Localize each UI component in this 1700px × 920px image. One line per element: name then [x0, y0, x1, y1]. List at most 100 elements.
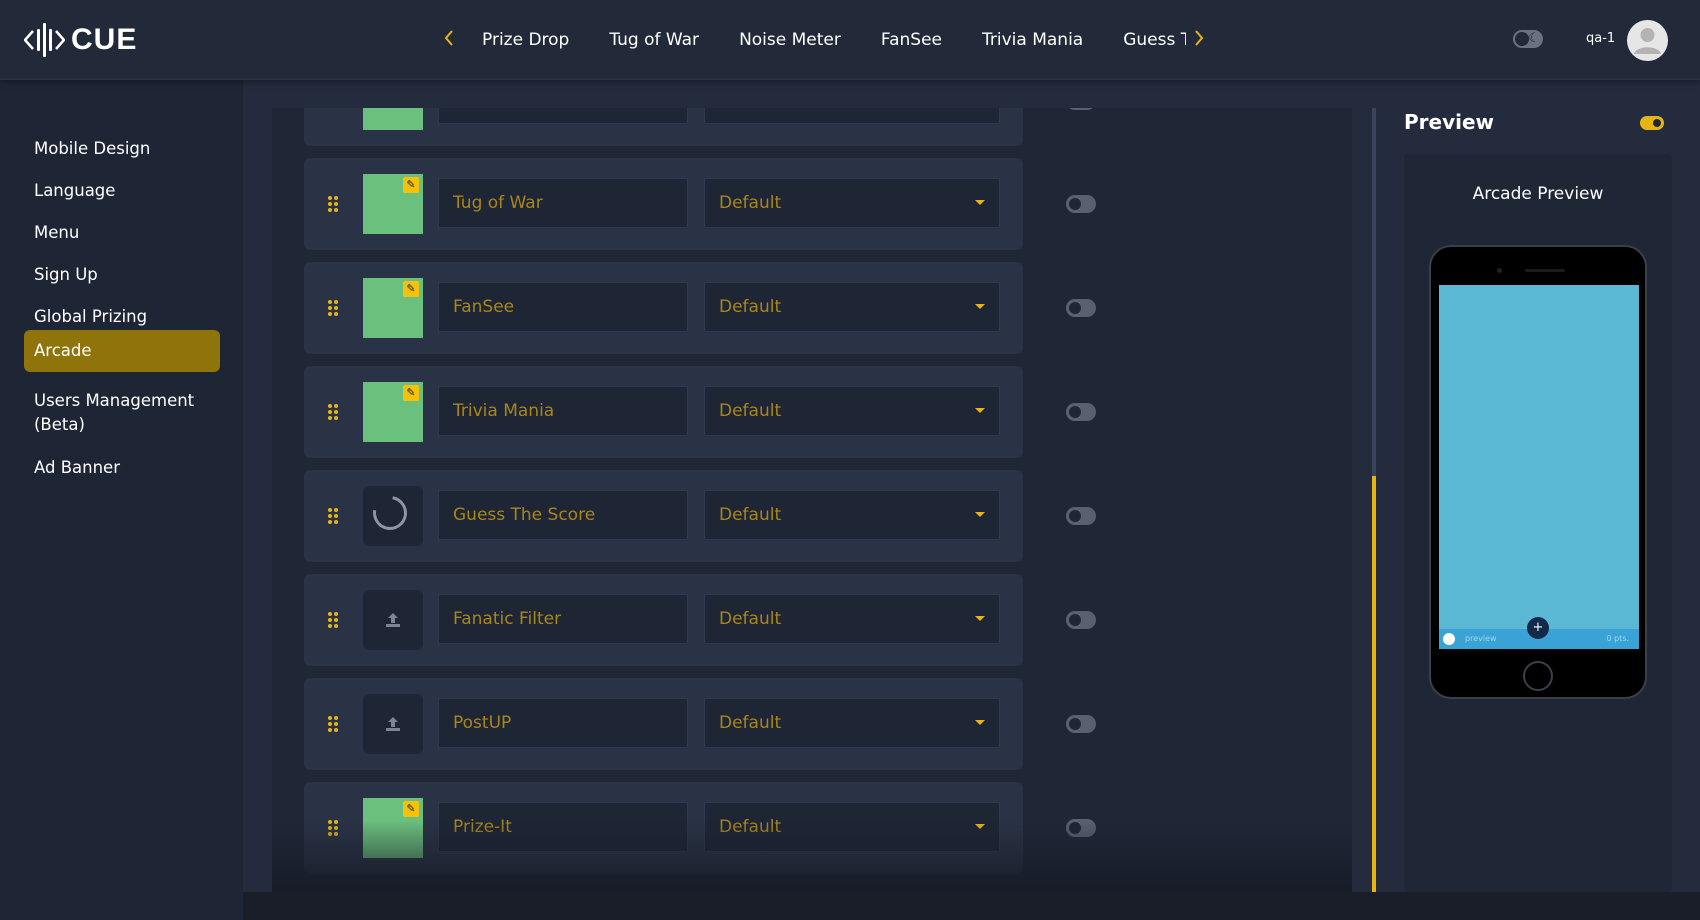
game-thumbnail[interactable]: ✎ — [363, 174, 423, 234]
game-thumbnail[interactable]: ✎ — [363, 798, 423, 858]
screen-label: preview — [1465, 634, 1497, 643]
game-mode-select[interactable]: Default — [704, 282, 1000, 332]
caret-down-icon — [975, 304, 985, 309]
game-name-input[interactable]: Tug of War — [438, 178, 688, 228]
preview-toggle[interactable] — [1640, 116, 1664, 130]
avatar[interactable] — [1627, 20, 1668, 61]
plus-icon: + — [1527, 617, 1549, 639]
game-thumbnail-upload[interactable] — [363, 694, 423, 754]
tab-tug-of-war[interactable]: Tug of War — [589, 22, 719, 58]
caret-down-icon — [975, 512, 985, 517]
preview-card: Arcade Preview preview + 0 pts. — [1404, 154, 1672, 892]
game-enable-toggle[interactable] — [1066, 715, 1096, 733]
game-row: ✎ Tug of War Default — [304, 158, 1023, 250]
chevron-left-icon[interactable] — [436, 28, 462, 53]
drag-handle-icon[interactable] — [328, 508, 338, 524]
caret-down-icon — [975, 720, 985, 725]
phone-camera — [1497, 268, 1502, 273]
game-name-input[interactable]: Fanatic Filter — [438, 594, 688, 644]
game-mode-value: Default — [719, 193, 782, 213]
game-thumbnail-upload[interactable] — [363, 590, 423, 650]
game-enable-toggle[interactable] — [1066, 299, 1096, 317]
sidebar-item-mobile-design[interactable]: Mobile Design — [24, 128, 220, 170]
top-bar: CUE Prize Drop Tug of War Noise Meter FanSe… — [0, 0, 1700, 80]
game-row: ✎ Prize-It Default — [304, 782, 1023, 874]
game-row: ✎ FanSee Default — [304, 262, 1023, 354]
sidebar-item-language[interactable]: Language — [24, 170, 220, 212]
phone-mockup: preview + 0 pts. — [1429, 245, 1647, 699]
sidebar-item-menu[interactable]: Menu — [24, 212, 220, 254]
tab-fansee[interactable]: FanSee — [861, 22, 962, 58]
game-mode-select[interactable] — [704, 108, 1000, 124]
toggle-knob — [1069, 510, 1081, 522]
edit-icon[interactable]: ✎ — [403, 281, 419, 297]
game-thumbnail[interactable] — [363, 486, 423, 546]
phone-speaker — [1525, 269, 1565, 272]
game-mode-select[interactable]: Default — [704, 490, 1000, 540]
game-name-input[interactable] — [438, 108, 688, 124]
bottom-shade — [243, 892, 1700, 920]
preview-scroll-thumb[interactable] — [1372, 476, 1376, 892]
logo-waveform-icon — [24, 23, 65, 57]
game-mode-select[interactable]: Default — [704, 802, 1000, 852]
game-enable-toggle[interactable] — [1066, 819, 1096, 837]
game-enable-toggle[interactable] — [1066, 108, 1096, 110]
drag-handle-icon[interactable] — [328, 300, 338, 316]
game-mode-select[interactable]: Default — [704, 594, 1000, 644]
tab-noise-meter[interactable]: Noise Meter — [719, 22, 861, 58]
game-mode-select[interactable]: Default — [704, 698, 1000, 748]
phone-bottom-bar: preview + 0 pts. — [1439, 617, 1639, 649]
moon-icon: ☾ — [1528, 31, 1540, 46]
preview-title: Preview — [1404, 110, 1495, 134]
game-tabs-nav: Prize Drop Tug of War Noise Meter FanSee Tri… — [436, 22, 1212, 58]
logo-text: CUE — [71, 23, 138, 56]
game-thumbnail[interactable]: ✎ — [363, 382, 423, 442]
game-enable-toggle[interactable] — [1066, 195, 1096, 213]
game-mode-select[interactable]: Default — [704, 386, 1000, 436]
arcade-preview-title: Arcade Preview — [1472, 184, 1604, 204]
game-row: ✎ Trivia Mania Default — [304, 366, 1023, 458]
game-mode-value: Default — [719, 713, 782, 733]
logo[interactable]: CUE — [24, 20, 137, 60]
drag-handle-icon[interactable] — [328, 196, 338, 212]
game-name-input[interactable]: Guess The Score — [438, 490, 688, 540]
tab-prize-drop[interactable]: Prize Drop — [462, 22, 589, 58]
toggle-knob — [1069, 822, 1081, 834]
caret-down-icon — [975, 408, 985, 413]
tab-trivia-mania[interactable]: Trivia Mania — [962, 22, 1103, 58]
edit-icon[interactable]: ✎ — [403, 801, 419, 817]
user-icon — [1634, 28, 1661, 54]
upload-icon — [386, 613, 400, 627]
drag-handle-icon[interactable] — [328, 612, 338, 628]
edit-icon[interactable]: ✎ — [403, 177, 419, 193]
drag-handle-icon[interactable] — [328, 404, 338, 420]
game-mode-value: Default — [719, 817, 782, 837]
game-name-input[interactable]: FanSee — [438, 282, 688, 332]
game-enable-toggle[interactable] — [1066, 507, 1096, 525]
game-thumbnail[interactable]: ✎ — [363, 278, 423, 338]
game-name-input[interactable]: PostUP — [438, 698, 688, 748]
game-mode-value: Default — [719, 401, 782, 421]
sidebar-item-arcade[interactable]: Arcade — [24, 330, 220, 372]
loading-spinner-icon — [366, 489, 414, 537]
game-enable-toggle[interactable] — [1066, 403, 1096, 421]
drag-handle-icon[interactable] — [328, 716, 338, 732]
drag-handle-icon[interactable] — [328, 820, 338, 836]
sidebar-item-users-management[interactable]: Users Management (Beta) — [24, 380, 220, 446]
game-enable-toggle[interactable] — [1066, 611, 1096, 629]
toggle-knob — [1069, 198, 1081, 210]
game-name-input[interactable]: Trivia Mania — [438, 386, 688, 436]
edit-icon[interactable]: ✎ — [403, 385, 419, 401]
game-list-panel[interactable]: ✎ Tug of War Default ✎ FanSee Default ✎ Trivia … — [272, 108, 1352, 892]
tab-guess-the-score[interactable]: Guess The Score — [1103, 22, 1186, 58]
game-mode-select[interactable]: Default — [704, 178, 1000, 228]
sidebar-item-ad-banner[interactable]: Ad Banner — [24, 447, 220, 489]
sidebar-item-sign-up[interactable]: Sign Up — [24, 254, 220, 296]
toggle-knob — [1069, 302, 1081, 314]
tab-strip: Prize Drop Tug of War Noise Meter FanSee Tri… — [462, 22, 1186, 58]
game-name-input[interactable]: Prize-It — [438, 802, 688, 852]
game-thumbnail[interactable] — [363, 108, 423, 130]
chevron-right-icon[interactable] — [1186, 28, 1212, 53]
theme-toggle[interactable]: ☾ — [1513, 30, 1543, 48]
user-name: qa-1 — [1586, 31, 1616, 46]
